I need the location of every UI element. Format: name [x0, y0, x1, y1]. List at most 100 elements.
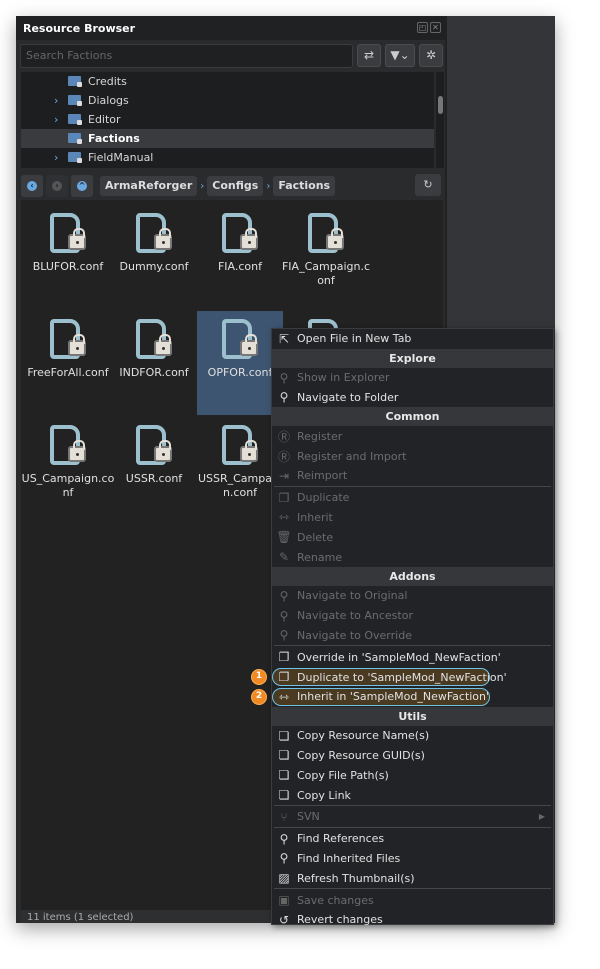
breadcrumb-item[interactable]: Configs: [207, 176, 264, 196]
step-badge: 2: [251, 688, 267, 705]
lock-icon: [240, 334, 258, 356]
menu-item-rename[interactable]: ✎ Rename: [272, 547, 553, 567]
lock-icon: [68, 440, 86, 462]
menu-item-register[interactable]: Ⓡ Register: [272, 426, 553, 446]
file-name: US_Campaign.conf: [21, 472, 115, 499]
menu-item-label: Inherit: [297, 510, 333, 524]
image-icon: ▨: [278, 871, 290, 886]
search-input[interactable]: Search Factions: [20, 44, 353, 68]
menu-item-label: Navigate to Original: [297, 589, 408, 603]
file-item[interactable]: Dummy.conf: [111, 205, 197, 309]
refresh-button[interactable]: ↻: [415, 174, 441, 196]
file-item[interactable]: US_Campaign.conf: [22, 417, 114, 521]
menu-item-register-and-import[interactable]: Ⓡ Register and Import: [272, 446, 553, 466]
menu-item-svn[interactable]: ⑂ SVN ▶: [272, 807, 553, 827]
navigation-bar: ‹ › ^ ArmaReforger › Configs › Factions ↻: [21, 174, 441, 198]
lock-icon: [154, 440, 172, 462]
menu-item-label: Delete: [297, 530, 334, 544]
menu-item-copy-link[interactable]: ❏ Copy Link: [272, 785, 553, 805]
save-icon: ▣: [278, 893, 290, 908]
history-icon: ↺: [278, 912, 290, 927]
inherit-icon: ⇿: [278, 510, 290, 525]
settings-button[interactable]: ✲: [419, 44, 443, 67]
menu-item-refresh-thumbnail-s[interactable]: ▨ Refresh Thumbnail(s): [272, 868, 553, 888]
tree-item[interactable]: › Dialogs: [21, 91, 434, 110]
tree-item[interactable]: › FieldManual: [21, 148, 434, 167]
menu-item-reimport[interactable]: ⇥ Reimport: [272, 466, 553, 486]
menu-item-navigate-to-original[interactable]: ⚲ Navigate to Original: [272, 586, 553, 606]
tree-item-label: Credits: [88, 75, 127, 88]
file-item[interactable]: FIA.conf: [197, 205, 283, 309]
menu-item-inherit-in-samplemod-newfaction[interactable]: 2 ⇿ Inherit in 'SampleMod_NewFaction': [251, 687, 553, 707]
tree-item[interactable]: Factions: [21, 129, 434, 148]
chevron-right-icon[interactable]: ›: [54, 113, 58, 126]
menu-item-label: Duplicate: [297, 491, 350, 505]
menu-item-delete[interactable]: 🗑 Delete: [272, 527, 553, 547]
menu-item-inherit[interactable]: ⇿ Inherit: [272, 508, 553, 528]
chevron-right-icon[interactable]: ›: [54, 151, 58, 164]
breadcrumb-item[interactable]: Factions: [273, 176, 336, 196]
menu-item-find-references[interactable]: ⚲ Find References: [272, 829, 553, 849]
tree-scrollbar[interactable]: [436, 72, 444, 168]
folder-locked-icon: [68, 76, 82, 87]
file-item[interactable]: INDFOR.conf: [111, 311, 197, 415]
lock-icon: [240, 440, 258, 462]
close-icon[interactable]: ✕: [430, 22, 441, 33]
undock-icon[interactable]: ◰: [417, 22, 428, 33]
menu-item-label: Copy Resource Name(s): [297, 729, 430, 743]
menu-section-header: Common: [272, 407, 553, 427]
search-icon: ⚲: [279, 588, 289, 603]
filter-icon: ▼⌄: [390, 48, 410, 62]
menu-item-navigate-to-folder[interactable]: ⚲ Navigate to Folder: [272, 388, 553, 408]
menu-item-copy-resource-name-s[interactable]: ❏ Copy Resource Name(s): [272, 726, 553, 746]
submenu-arrow-icon: ▶: [538, 812, 545, 822]
branch-icon: ⑂: [280, 809, 288, 824]
chevron-right-icon[interactable]: ›: [54, 94, 58, 107]
menu-item-label: Register: [297, 429, 343, 443]
menu-item-navigate-to-ancestor[interactable]: ⚲ Navigate to Ancestor: [272, 606, 553, 626]
forward-button[interactable]: ›: [46, 175, 68, 197]
menu-item-label: Reimport: [297, 469, 348, 483]
inherit-icon: ⇿: [278, 689, 290, 704]
tree-item[interactable]: Credits: [21, 72, 434, 91]
menu-item-revert-changes[interactable]: ↺ Revert changes: [272, 910, 553, 930]
menu-section-header: Explore: [272, 348, 553, 368]
title-text: Resource Browser: [23, 21, 136, 35]
file-item[interactable]: BLUFOR.conf: [25, 205, 111, 309]
copy-icon: ❏: [278, 748, 290, 763]
tree-item[interactable]: › Editor: [21, 110, 434, 129]
breadcrumb-item[interactable]: ArmaReforger: [100, 176, 198, 196]
swap-button[interactable]: ⇄: [357, 44, 381, 67]
menu-item-label: Copy File Path(s): [297, 768, 389, 782]
menu-item-open-file-in-new-tab[interactable]: ⇱ Open File in New Tab: [272, 329, 553, 349]
lock-icon: [154, 334, 172, 356]
tree-item-label: Dialogs: [88, 94, 129, 107]
file-item[interactable]: USSR.conf: [111, 417, 197, 521]
folder-tree: Credits › Dialogs › Editor Factions › FieldManu…: [21, 72, 434, 168]
lock-icon: [154, 228, 172, 250]
menu-item-navigate-to-override[interactable]: ⚲ Navigate to Override: [272, 626, 553, 646]
menu-item-override-in-samplemod-newfaction[interactable]: ❐ Override in 'SampleMod_NewFaction': [272, 647, 553, 667]
menu-item-copy-file-path-s[interactable]: ❏ Copy File Path(s): [272, 765, 553, 785]
file-item[interactable]: FIA_Campaign.conf: [282, 205, 370, 309]
copy-icon: ❏: [278, 728, 290, 743]
menu-item-show-in-explorer[interactable]: ⚲ Show in Explorer: [272, 368, 553, 388]
menu-item-find-inherited-files[interactable]: ⚲ Find Inherited Files: [272, 849, 553, 869]
lock-icon: [240, 228, 258, 250]
menu-item-copy-resource-guid-s[interactable]: ❏ Copy Resource GUID(s): [272, 746, 553, 766]
menu-item-label: Inherit in 'SampleMod_NewFaction': [297, 690, 490, 704]
filter-button[interactable]: ▼⌄: [385, 44, 415, 67]
file-name: FIA_Campaign.conf: [281, 260, 370, 287]
search-icon: ⚲: [279, 628, 289, 643]
menu-item-duplicate-to-samplemod-newfaction[interactable]: 1 ❐ Duplicate to 'SampleMod_NewFaction': [251, 667, 553, 687]
back-button[interactable]: ‹: [21, 175, 43, 197]
file-item[interactable]: FreeForAll.conf: [25, 311, 111, 415]
arrow-left-icon: ‹: [27, 181, 37, 191]
up-button[interactable]: ^: [71, 175, 93, 197]
menu-item-save-changes[interactable]: ▣ Save changes: [272, 890, 553, 910]
menu-item-duplicate[interactable]: ❐ Duplicate: [272, 488, 553, 508]
tree-item-label: Editor: [88, 113, 121, 126]
chevron-right-icon: ›: [266, 180, 271, 192]
arrow-up-icon: ^: [77, 181, 87, 191]
search-icon: ⚲: [279, 370, 289, 385]
